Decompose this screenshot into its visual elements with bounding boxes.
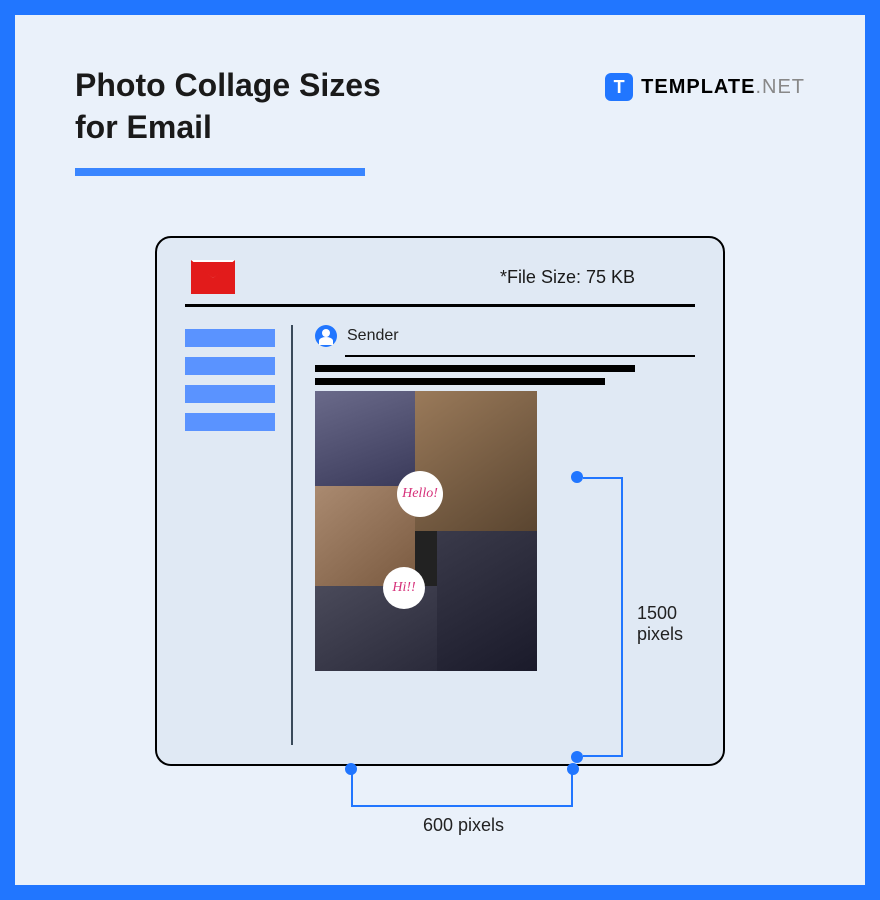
- avatar-icon: [315, 325, 337, 347]
- filesize-label: *File Size: 75 KB: [500, 267, 635, 288]
- email-body: Sender Hello! Hi!!: [185, 325, 695, 745]
- email-header: *File Size: 75 KB: [185, 260, 695, 294]
- sidebar: [185, 325, 275, 745]
- title-block: Photo Collage Sizes for Email: [75, 65, 381, 176]
- page-title: Photo Collage Sizes for Email: [75, 65, 381, 148]
- sender-label: Sender: [347, 327, 399, 345]
- email-content: Sender Hello! Hi!!: [315, 325, 695, 745]
- email-mockup: *File Size: 75 KB Sender: [155, 236, 725, 766]
- collage-photo: [437, 531, 537, 671]
- page: Photo Collage Sizes for Email T TEMPLATE…: [15, 15, 865, 885]
- sidebar-line: [185, 385, 275, 403]
- bracket-dot: [571, 471, 583, 483]
- sidebar-line: [185, 357, 275, 375]
- sender-underline: [345, 355, 695, 357]
- mail-icon: [191, 260, 235, 294]
- header-divider: [185, 304, 695, 307]
- width-bracket: [351, 771, 573, 807]
- height-bracket: [583, 477, 623, 757]
- height-label: 1500 pixels: [637, 603, 695, 645]
- title-underline: [75, 168, 365, 176]
- title-line-2: for Email: [75, 109, 212, 145]
- sender-row: Sender: [315, 325, 695, 347]
- bracket-dot: [567, 763, 579, 775]
- brand-icon: T: [605, 73, 633, 101]
- brand-suffix: .NET: [755, 76, 805, 98]
- vertical-divider: [291, 325, 293, 745]
- brand-logo: T TEMPLATE.NET: [605, 73, 805, 101]
- collage-with-dimensions: Hello! Hi!! 1500 pixels 600 pixels: [315, 391, 695, 671]
- speech-bubble: Hi!!: [383, 567, 425, 609]
- title-line-1: Photo Collage Sizes: [75, 67, 381, 103]
- brand-text: TEMPLATE.NET: [641, 76, 805, 99]
- subject-line: [315, 378, 605, 385]
- sidebar-line: [185, 413, 275, 431]
- speech-bubble: Hello!: [397, 471, 443, 517]
- width-label: 600 pixels: [423, 815, 504, 836]
- brand-name: TEMPLATE: [641, 76, 755, 98]
- collage-photo: [315, 391, 415, 486]
- header: Photo Collage Sizes for Email T TEMPLATE…: [75, 65, 805, 176]
- sidebar-line: [185, 329, 275, 347]
- bracket-dot: [571, 751, 583, 763]
- photo-collage: Hello! Hi!!: [315, 391, 537, 671]
- subject-line: [315, 365, 635, 372]
- subject-lines: [315, 365, 695, 385]
